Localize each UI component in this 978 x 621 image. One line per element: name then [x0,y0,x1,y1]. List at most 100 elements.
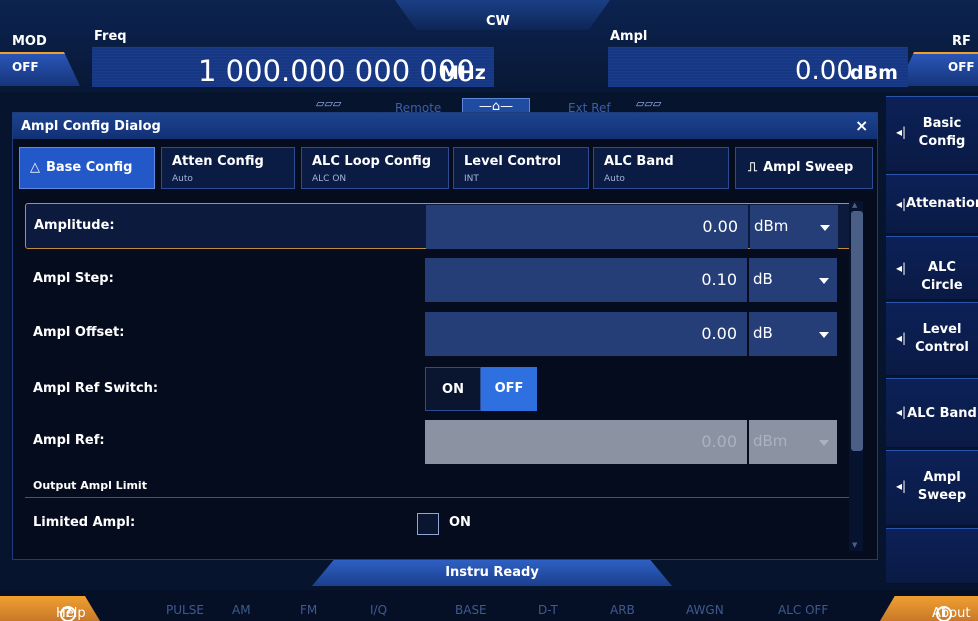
softkey-alc-circle[interactable]: ◂| ALC Circle [886,236,978,300]
softkey-empty[interactable] [886,528,978,584]
ampl-ref-switch-row: Ampl Ref Switch: ON OFF [25,367,857,413]
tab-sublabel: INT [464,174,479,184]
softkey-alc-band[interactable]: ◂| ALC Band [886,378,978,448]
indicator-awgn: AWGN [686,603,724,617]
softkey-label: Basic Config [918,116,966,149]
limited-ampl-row: Limited Ampl: ON [25,501,857,547]
ampl-step-row: Ampl Step: 0.10 dB [25,257,857,303]
ampl-ref-unit-select: dBm [749,420,837,464]
unit-text: dBm [753,432,788,450]
softkey-attenation[interactable]: ◂| Attenation [886,174,978,234]
sweep-icon: ⎍ [748,160,758,175]
softkey-label: Ampl Sweep [917,470,967,503]
about-label: About [932,606,971,621]
ampl-offset-label: Ampl Offset: [33,325,125,340]
scroll-thumb[interactable] [851,211,863,451]
tab-bar: △ Base Config Atten Config Auto ALC Loop … [19,147,879,191]
freq-value: 1 000.000 000 000 [198,54,475,88]
softkey-label: ALC Circle [921,260,963,293]
ampl-unit: dBm [850,62,898,84]
rf-label: RF [952,34,971,49]
output-ampl-limit-heading: Output Ampl Limit [33,479,147,492]
tab-sublabel: ALC ON [312,174,347,184]
tab-label: Ampl Sweep [763,160,854,175]
indicator-alc-off: ALC OFF [778,603,829,617]
indicator-fm: FM [300,603,318,617]
tab-alc-band[interactable]: ALC Band Auto [593,147,729,189]
dialog-title: Ampl Config Dialog [21,119,161,134]
right-softkey-panel: ◂| Basic Config ◂| Attenation ◂| ALC Cir… [886,96,978,586]
scroll-down-icon[interactable]: ▼ [852,541,857,549]
mode-label: CW [486,14,510,29]
amplitude-unit-select[interactable]: dBm [750,205,838,249]
tab-label: ALC Band [604,154,674,169]
section-divider [25,497,855,498]
ampl-ref-input: 0.00 [425,420,747,464]
indicator-dt: D-T [538,603,558,617]
indicator-arb: ARB [610,603,635,617]
indicator-pulse: PULSE [166,603,204,617]
tab-atten-config[interactable]: Atten Config Auto [161,147,295,189]
ref-off-button[interactable]: OFF [481,367,537,411]
amplitude-input[interactable]: 0.00 [426,205,748,249]
softkey-label: Level Control [915,322,969,355]
chevron-down-icon [820,225,830,231]
bottom-bar [0,590,978,621]
left-arrow-icon: ◂| [896,261,907,275]
tab-label: Base Config [46,160,133,175]
left-arrow-icon: ◂| [896,479,907,493]
vertical-scrollbar[interactable]: ▲ ▼ [849,201,863,551]
ampl-label: Ampl [610,29,648,44]
help-icon: ? [60,606,76,621]
mod-state: OFF [12,60,39,74]
help-button[interactable]: Help? [0,596,100,621]
tab-base-config[interactable]: △ Base Config [19,147,155,189]
mod-label: MOD [12,34,47,49]
chevron-down-icon [819,332,829,338]
limited-ampl-label: Limited Ampl: [33,515,136,530]
close-icon[interactable]: × [855,116,868,135]
left-arrow-icon: ◂| [896,405,907,419]
indicator-iq: I/Q [370,603,388,617]
ampl-config-dialog: Ampl Config Dialog × △ Base Config Atten … [12,112,878,560]
ampl-step-input[interactable]: 0.10 [425,258,747,302]
tab-level-control[interactable]: Level Control INT [453,147,589,189]
limited-ampl-checkbox[interactable] [417,513,439,535]
amplitude-value: 0.00 [702,217,738,236]
softkey-basic-config[interactable]: ◂| Basic Config [886,96,978,172]
rf-state: OFF [948,60,975,74]
softkey-label: Attenation [906,196,978,211]
ampl-ref-toggle: ON OFF [425,367,537,411]
scroll-up-icon[interactable]: ▲ [852,201,857,209]
left-arrow-icon: ◂| [896,331,907,345]
ampl-ref-row: Ampl Ref: 0.00 dBm [25,419,857,465]
chevron-down-icon [819,278,829,284]
unit-text: dB [753,324,773,342]
softkey-ampl-sweep[interactable]: ◂| Ampl Sweep [886,450,978,526]
softkey-level-control[interactable]: ◂| Level Control [886,302,978,376]
tab-sublabel: Auto [172,174,193,184]
amplitude-row[interactable]: Amplitude: 0.00 dBm [25,203,857,249]
amplitude-label: Amplitude: [34,218,115,233]
ampl-offset-unit-select[interactable]: dB [749,312,837,356]
tab-ampl-sweep[interactable]: ⎍ Ampl Sweep [735,147,873,189]
ref-on-button[interactable]: ON [425,367,481,411]
left-arrow-icon: ◂| [896,197,907,211]
about-button[interactable]: i About [880,596,978,621]
tab-alc-loop-config[interactable]: ALC Loop Config ALC ON [301,147,449,189]
softkey-label: ALC Band [907,406,977,421]
ampl-ref-switch-label: Ampl Ref Switch: [33,381,159,396]
indicator-base: BASE [455,603,487,617]
indicator-am: AM [232,603,251,617]
tab-sublabel: Auto [604,174,625,184]
ampl-ref-label: Ampl Ref: [33,433,105,448]
ampl-offset-input[interactable]: 0.00 [425,312,747,356]
freq-unit: MHz [440,62,486,84]
status-text: Instru Ready [445,565,539,580]
unit-text: dB [753,270,773,288]
ampl-offset-value: 0.00 [701,324,737,343]
ampl-step-value: 0.10 [701,270,737,289]
ampl-step-unit-select[interactable]: dB [749,258,837,302]
ampl-step-label: Ampl Step: [33,271,114,286]
dialog-title-bar: Ampl Config Dialog × [13,113,877,139]
